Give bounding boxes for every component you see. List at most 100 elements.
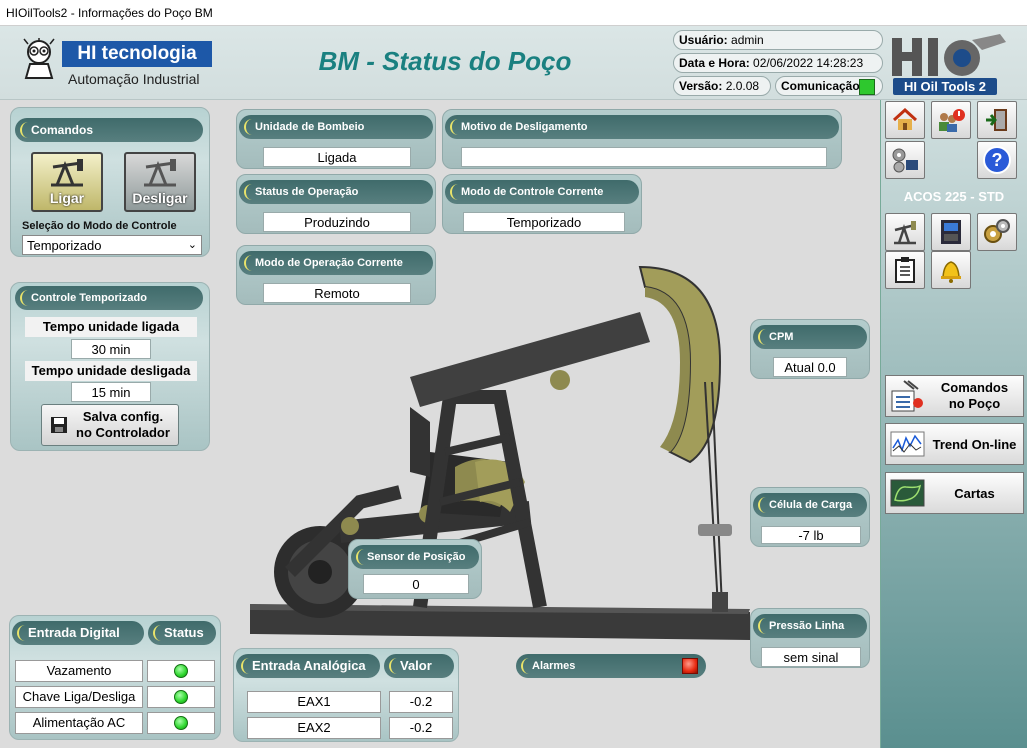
well-commands-label-1: Comandos: [940, 380, 1009, 395]
pumpjack-view-button[interactable]: [885, 213, 925, 251]
control-mode-select-value: Temporizado: [27, 238, 102, 253]
well-commands-icon: [891, 380, 923, 412]
digital-input-name-1: Chave Liga/Desliga: [15, 686, 143, 708]
digital-input-status-0: [147, 660, 215, 682]
load-cell-label: Célula de Carga: [753, 493, 867, 517]
well-commands-button[interactable]: Comandos no Poço: [885, 375, 1024, 417]
bell-icon: [941, 261, 961, 283]
gears-icon: [984, 219, 1010, 243]
cpm-label: CPM: [753, 325, 867, 349]
start-button-label: Ligar: [49, 190, 85, 206]
commands-title: Comandos: [15, 118, 203, 142]
on-time-input[interactable]: 30 min: [71, 339, 151, 359]
dynamometer-cards-button[interactable]: Cartas: [885, 472, 1024, 514]
help-icon: ?: [983, 146, 1011, 174]
cpm-panel: CPM Atual 0.0: [750, 319, 870, 379]
off-time-input[interactable]: 15 min: [71, 382, 151, 402]
controller-button[interactable]: [931, 213, 971, 251]
save-config-label-2: no Controlador: [76, 425, 170, 440]
line-pressure-value: sem sinal: [761, 647, 861, 667]
status-led: [174, 664, 188, 678]
save-config-button[interactable]: Salva config. no Controlador: [41, 404, 179, 446]
brand-logo: HI tecnologia: [62, 41, 212, 67]
trend-chart-icon: [890, 431, 925, 457]
status-led: [174, 690, 188, 704]
gears-button[interactable]: [977, 213, 1017, 251]
line-pressure-panel: Pressão Linha sem sinal: [750, 608, 870, 668]
pumpjack-off-icon: [144, 159, 176, 187]
chevron-down-icon: ⌄: [187, 239, 197, 251]
datetime-value: 02/06/2022 14:28:23: [753, 56, 864, 70]
cpm-value: Atual 0.0: [773, 357, 847, 377]
trend-online-button[interactable]: Trend On-line: [885, 423, 1024, 465]
brand-subtitle: Automação Industrial: [68, 71, 200, 87]
analog-input-value-1: -0.2: [389, 717, 453, 739]
users-power-icon: [939, 109, 965, 132]
digital-status-header: Status: [148, 621, 216, 645]
operation-status-label: Status de Operação: [239, 180, 433, 204]
dynamometer-card-icon: [890, 479, 925, 507]
digital-input-name-2: Alimentação AC: [15, 712, 143, 734]
control-mode-value: Temporizado: [463, 212, 625, 232]
shutdown-reason-panel: Motivo de Desligamento: [442, 109, 842, 169]
home-icon: [892, 108, 918, 130]
device-label: ACOS 225 - STD: [903, 189, 1005, 204]
home-button[interactable]: [885, 101, 925, 139]
trend-online-label: Trend On-line: [932, 436, 1017, 452]
version-value: 2.0.08: [725, 79, 760, 93]
digital-input-name-0: Vazamento: [15, 660, 143, 682]
start-button[interactable]: Ligar: [31, 152, 103, 212]
header-bar: HI tecnologia Automação Industrial BM - …: [0, 26, 1027, 100]
alarms-indicator[interactable]: Alarmes: [516, 654, 706, 678]
user-value: admin: [731, 33, 764, 47]
dynamometer-cards-label: Cartas: [954, 485, 995, 501]
load-cell-panel: Célula de Carga -7 lb: [750, 487, 870, 547]
control-mode-label: Modo de Controle Corrente: [445, 180, 639, 204]
operation-status-panel: Status de Operação Produzindo: [236, 174, 436, 234]
pump-unit-label: Unidade de Bombeio: [239, 115, 433, 139]
clipboard-icon: [895, 257, 915, 283]
exit-button[interactable]: [977, 101, 1017, 139]
position-sensor-label: Sensor de Posição: [351, 545, 479, 569]
position-sensor-value: 0: [363, 574, 469, 594]
datetime-field: Data e Hora: 02/06/2022 14:28:23: [673, 53, 883, 73]
control-mode-select[interactable]: Temporizado ⌄: [22, 235, 202, 255]
window-title: HIOilTools2 - Informações do Poço BM: [0, 0, 1027, 26]
alarm-bell-button[interactable]: [931, 251, 971, 289]
alarm-led: [682, 658, 698, 674]
pump-unit-value: Ligada: [263, 147, 411, 167]
hio-logo-icon: [892, 34, 1006, 76]
analog-input-name-1: EAX2: [247, 717, 381, 739]
alarms-label: Alarmes: [532, 660, 576, 672]
pump-unit-panel: Unidade de Bombeio Ligada: [236, 109, 436, 169]
stop-button-label: Desligar: [132, 190, 188, 206]
on-time-label: Tempo unidade ligada: [25, 317, 197, 337]
communication-label: Comunicação:: [781, 79, 864, 93]
off-time-label: Tempo unidade desligada: [25, 361, 197, 381]
status-led: [174, 716, 188, 730]
control-mode-select-label: Seleção do Modo de Controle: [22, 220, 177, 232]
load-cell-value: -7 lb: [761, 526, 861, 544]
control-mode-panel: Modo de Controle Corrente Temporizado: [442, 174, 642, 234]
clipboard-button[interactable]: [885, 251, 925, 289]
timer-control-panel: Controle Temporizado Tempo unidade ligad…: [10, 282, 210, 451]
digital-inputs-title: Entrada Digital: [12, 621, 144, 645]
help-glyph: ?: [992, 150, 1003, 170]
users-power-button[interactable]: [931, 101, 971, 139]
gears-monitor-icon: [892, 148, 918, 173]
analog-input-name-0: EAX1: [247, 691, 381, 713]
communication-led: [859, 79, 875, 95]
stop-button[interactable]: Desligar: [124, 152, 196, 212]
analog-value-header: Valor: [384, 654, 454, 678]
shutdown-reason-label: Motivo de Desligamento: [445, 115, 839, 139]
digital-input-status-2: [147, 712, 215, 734]
position-sensor-panel: Sensor de Posição 0: [348, 539, 482, 599]
exit-door-icon: [986, 109, 1007, 131]
operation-status-value: Produzindo: [263, 212, 411, 232]
page-title: BM - Status do Poço: [318, 46, 572, 76]
analog-inputs-title: Entrada Analógica: [236, 654, 380, 678]
timer-control-title: Controle Temporizado: [15, 286, 203, 310]
help-button[interactable]: ?: [977, 141, 1017, 179]
config-monitor-button[interactable]: [885, 141, 925, 179]
digital-input-status-1: [147, 686, 215, 708]
